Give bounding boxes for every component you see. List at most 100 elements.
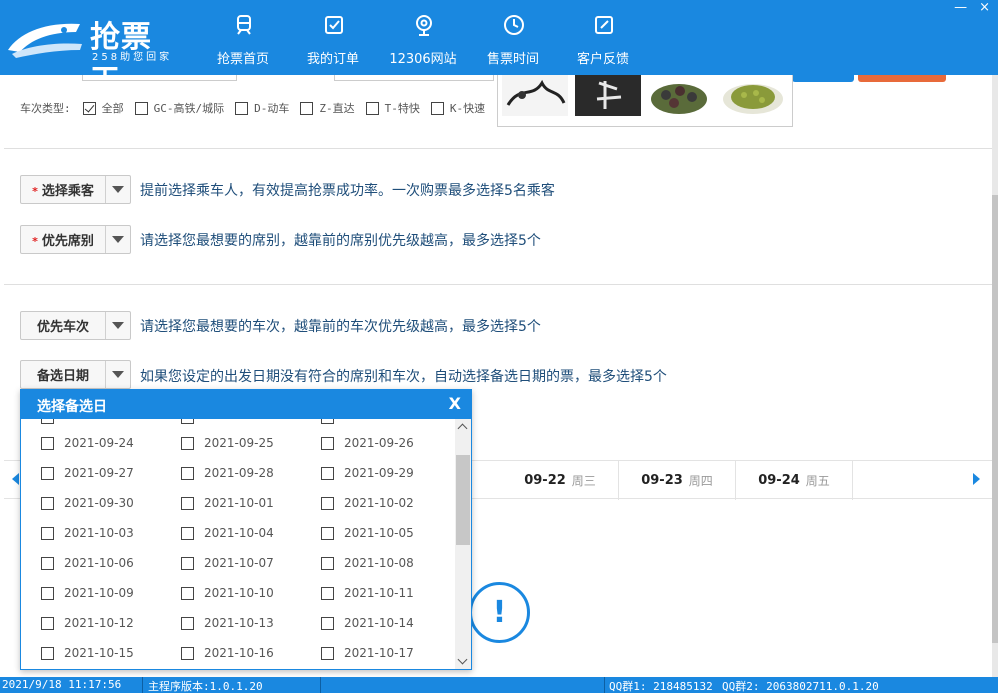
nav-feedback[interactable]: 客户反馈 xyxy=(558,0,648,75)
train-type-k-label: K-快速 xyxy=(449,102,486,115)
checkbox-icon[interactable] xyxy=(321,556,334,570)
nav-sale-time[interactable]: 售票时间 xyxy=(468,0,558,75)
close-icon[interactable]: X xyxy=(449,394,461,413)
checkbox-icon[interactable] xyxy=(41,526,54,540)
date-option[interactable]: 2021-09-24 xyxy=(41,436,134,450)
train-type-k[interactable]: K-快速 xyxy=(430,100,486,116)
checkbox-icon[interactable] xyxy=(181,586,194,600)
checkbox-icon[interactable] xyxy=(321,586,334,600)
backup-date-dropdown[interactable]: 备选日期 xyxy=(20,360,131,389)
popup-scrollbar[interactable] xyxy=(455,419,471,669)
search-button[interactable] xyxy=(792,75,854,82)
train-type-t[interactable]: T-特快 xyxy=(365,100,420,116)
train-preference-dropdown[interactable]: 优先车次 xyxy=(20,311,131,340)
nav-home[interactable]: 抢票首页 xyxy=(198,0,288,75)
checkbox-icon[interactable] xyxy=(82,101,96,115)
date-option[interactable]: 2021-10-11 xyxy=(321,586,414,600)
ad-banner[interactable] xyxy=(497,75,793,127)
date-option[interactable]: 2021-09-27 xyxy=(41,466,134,480)
date-option[interactable]: 2021-10-02 xyxy=(321,496,414,510)
checkbox-icon[interactable] xyxy=(181,646,194,660)
checkbox-icon[interactable] xyxy=(181,466,194,480)
checkbox-icon[interactable] xyxy=(300,101,314,115)
checkbox-icon[interactable] xyxy=(181,419,194,424)
date-option[interactable] xyxy=(321,419,344,424)
date-option[interactable]: 2021-10-17 xyxy=(321,646,414,660)
nav-12306[interactable]: 12306网站 xyxy=(378,0,468,75)
date-option[interactable]: 2021-10-08 xyxy=(321,556,414,570)
checkbox-icon[interactable] xyxy=(41,436,54,450)
minimize-button[interactable]: — xyxy=(954,0,967,15)
date-option[interactable]: 2021-10-09 xyxy=(41,586,134,600)
checkbox-icon[interactable] xyxy=(321,616,334,630)
date-option[interactable]: 2021-09-30 xyxy=(41,496,134,510)
date-option[interactable]: 2021-09-26 xyxy=(321,436,414,450)
date-option[interactable]: 2021-10-13 xyxy=(181,616,274,630)
chevron-right-icon[interactable] xyxy=(973,473,980,485)
checkbox-icon[interactable] xyxy=(321,646,334,660)
train-type-d[interactable]: D-动车 xyxy=(235,100,289,116)
nav-orders[interactable]: 我的订单 xyxy=(288,0,378,75)
date-option[interactable]: 2021-10-10 xyxy=(181,586,274,600)
checkbox-icon[interactable] xyxy=(365,101,379,115)
train-type-all-label: 全部 xyxy=(101,102,124,115)
date-option[interactable]: 2021-10-03 xyxy=(41,526,134,540)
date-option[interactable] xyxy=(181,419,204,424)
checkbox-icon[interactable] xyxy=(41,466,54,480)
checkbox-icon[interactable] xyxy=(181,556,194,570)
date-option[interactable]: 2021-09-29 xyxy=(321,466,414,480)
date-option[interactable]: 2021-09-25 xyxy=(181,436,274,450)
checkbox-icon[interactable] xyxy=(181,616,194,630)
main-scrollbar[interactable] xyxy=(992,75,998,677)
checkbox-icon[interactable] xyxy=(41,586,54,600)
scroll-up-icon[interactable] xyxy=(457,423,468,434)
date-tab[interactable]: 09-23 周四 xyxy=(619,461,736,500)
date-option[interactable]: 2021-10-16 xyxy=(181,646,274,660)
checkbox-icon[interactable] xyxy=(41,556,54,570)
chevron-left-icon[interactable] xyxy=(12,473,19,485)
to-station-input[interactable] xyxy=(334,75,494,81)
date-option[interactable]: 2021-10-14 xyxy=(321,616,414,630)
date-option[interactable] xyxy=(41,419,64,424)
date-option[interactable]: 2021-10-05 xyxy=(321,526,414,540)
date-tab[interactable]: 09-24 周五 xyxy=(736,461,853,500)
select-passenger-dropdown[interactable]: * 选择乘客 xyxy=(20,175,131,204)
checkbox-icon[interactable] xyxy=(134,101,148,115)
close-window-button[interactable]: × xyxy=(979,0,990,15)
chevron-down-icon[interactable] xyxy=(106,186,130,193)
checkbox-icon[interactable] xyxy=(321,436,334,450)
grab-ticket-button[interactable] xyxy=(858,75,946,82)
checkbox-icon[interactable] xyxy=(430,101,444,115)
chevron-down-icon[interactable] xyxy=(106,236,130,243)
train-type-z[interactable]: Z-直达 xyxy=(300,100,355,116)
checkbox-icon[interactable] xyxy=(235,101,249,115)
checkbox-icon[interactable] xyxy=(321,496,334,510)
checkbox-icon[interactable] xyxy=(181,526,194,540)
checkbox-icon[interactable] xyxy=(321,526,334,540)
checkbox-icon[interactable] xyxy=(41,419,54,424)
chevron-down-icon[interactable] xyxy=(106,371,130,378)
checkbox-icon[interactable] xyxy=(321,419,334,424)
date-option[interactable]: 2021-10-07 xyxy=(181,556,274,570)
checkbox-icon[interactable] xyxy=(181,496,194,510)
seat-preference-dropdown[interactable]: * 优先席别 xyxy=(20,225,131,254)
from-station-input[interactable] xyxy=(82,75,237,81)
chevron-down-icon[interactable] xyxy=(106,322,130,329)
checkbox-icon[interactable] xyxy=(321,466,334,480)
train-type-all[interactable]: 全部 xyxy=(82,100,124,116)
main-scrollbar-thumb[interactable] xyxy=(992,195,998,643)
date-option[interactable]: 2021-10-01 xyxy=(181,496,274,510)
scroll-down-icon[interactable] xyxy=(457,654,468,665)
train-type-gc[interactable]: GC-高铁/城际 xyxy=(134,100,224,116)
checkbox-icon[interactable] xyxy=(41,496,54,510)
date-option[interactable]: 2021-10-15 xyxy=(41,646,134,660)
checkbox-icon[interactable] xyxy=(181,436,194,450)
popup-scrollbar-thumb[interactable] xyxy=(456,455,470,545)
date-option[interactable]: 2021-09-28 xyxy=(181,466,274,480)
date-option[interactable]: 2021-10-12 xyxy=(41,616,134,630)
checkbox-icon[interactable] xyxy=(41,616,54,630)
date-option[interactable]: 2021-10-04 xyxy=(181,526,274,540)
checkbox-icon[interactable] xyxy=(41,646,54,660)
date-option[interactable]: 2021-10-06 xyxy=(41,556,134,570)
date-tab[interactable]: 09-22 周三 xyxy=(502,461,619,500)
